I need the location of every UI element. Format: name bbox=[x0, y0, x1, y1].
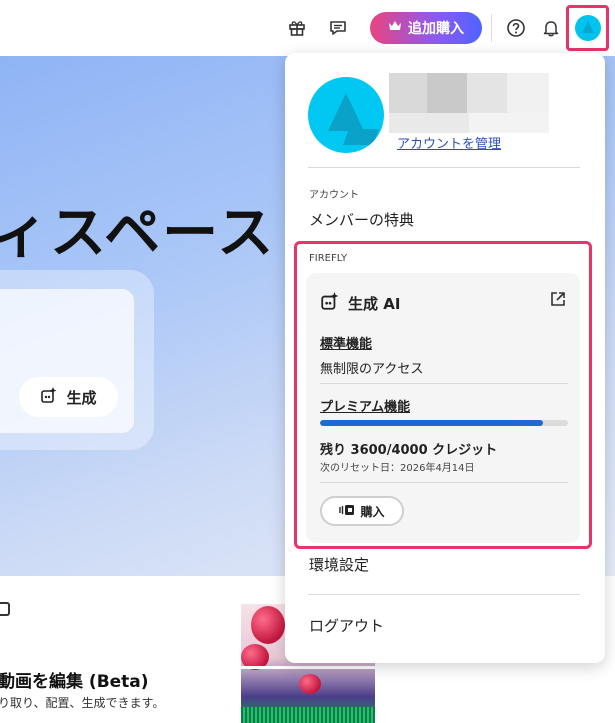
device-icon bbox=[0, 602, 10, 616]
standard-features-link[interactable]: 標準機能 bbox=[320, 333, 372, 352]
firefly-section-label: FIREFLY bbox=[309, 253, 348, 264]
menu-divider bbox=[308, 167, 580, 168]
next-reset-date: 次のリセット日：2026年4月14日 bbox=[320, 463, 475, 474]
preferences-item[interactable]: 環境設定 bbox=[309, 554, 369, 575]
card-title[interactable]: 動画を編集 (Beta) bbox=[0, 667, 149, 692]
standard-features-value: 無制限のアクセス bbox=[320, 362, 424, 377]
premium-features-link[interactable]: プレミアム機能 bbox=[320, 396, 410, 415]
credits-progress-fill bbox=[320, 420, 544, 426]
sparkle-icon bbox=[320, 291, 340, 315]
buy-credits-label: 購入 bbox=[360, 504, 385, 519]
card-divider bbox=[320, 482, 568, 483]
member-benefits-item[interactable]: メンバーの特典 bbox=[309, 209, 414, 230]
account-menu-panel: アカウントを管理 アカウント メンバーの特典 FIREFLY 生成 AI 標準機… bbox=[285, 53, 605, 663]
toolbar-divider bbox=[491, 14, 492, 42]
credits-progress-bar bbox=[320, 420, 568, 426]
chat-icon[interactable] bbox=[324, 14, 352, 42]
generate-button[interactable]: 生成 bbox=[19, 377, 118, 417]
credit-card-icon bbox=[339, 504, 355, 519]
hero-title: ィスペース bbox=[0, 201, 276, 266]
raspberry-image bbox=[299, 674, 321, 694]
gift-icon[interactable] bbox=[283, 14, 311, 42]
credits-remaining: 残り 3600/4000 クレジット bbox=[320, 443, 498, 458]
external-link-icon[interactable] bbox=[550, 291, 566, 311]
crown-icon bbox=[388, 20, 402, 36]
buy-more-button[interactable]: 追加購入 bbox=[370, 12, 482, 44]
bell-icon[interactable] bbox=[537, 14, 565, 42]
menu-divider bbox=[308, 594, 580, 595]
gen-ai-heading: 生成 AI bbox=[320, 291, 400, 315]
raspberry-image bbox=[251, 606, 285, 644]
buy-more-label: 追加購入 bbox=[408, 21, 464, 37]
card-divider bbox=[320, 383, 568, 384]
account-section-label: アカウント bbox=[309, 190, 359, 201]
film-strip bbox=[241, 666, 375, 669]
logout-item[interactable]: ログアウト bbox=[309, 615, 384, 636]
gen-ai-title: 生成 AI bbox=[348, 294, 401, 313]
firefly-credits-card: 生成 AI 標準機能 無制限のアクセス プレミアム機能 残り 3600/4000… bbox=[306, 273, 580, 543]
generate-label: 生成 bbox=[66, 388, 97, 407]
avatar bbox=[574, 15, 601, 41]
sparkle-icon bbox=[40, 386, 58, 408]
profile-avatar bbox=[308, 77, 384, 153]
audio-waveform bbox=[241, 707, 375, 723]
manage-account-link[interactable]: アカウントを管理 bbox=[397, 133, 501, 152]
top-bar: 追加購入 bbox=[0, 0, 615, 56]
profile-avatar-button[interactable] bbox=[566, 5, 609, 51]
help-icon[interactable] bbox=[502, 14, 530, 42]
redacted-user-email bbox=[389, 113, 549, 133]
buy-credits-button[interactable]: 購入 bbox=[320, 496, 404, 526]
card-description: り取り、配置、生成できます。 bbox=[0, 696, 165, 710]
